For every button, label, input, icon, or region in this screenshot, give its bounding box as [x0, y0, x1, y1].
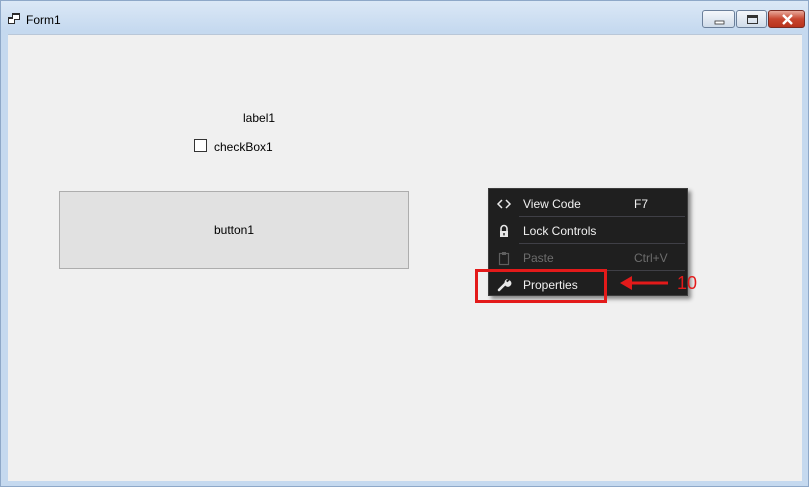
label1[interactable]: label1: [243, 111, 275, 125]
step-number-label: 10: [677, 273, 698, 293]
lock-icon: [500, 224, 508, 237]
maximize-icon: [747, 15, 758, 24]
menu-item-label: Paste: [523, 251, 554, 265]
menu-item-label: Lock Controls: [523, 224, 597, 238]
close-icon: [782, 14, 793, 25]
code-brackets-icon: [496, 199, 512, 209]
checkbox-box[interactable]: [194, 139, 207, 152]
menu-item-view-code[interactable]: View Code F7: [489, 190, 687, 217]
menu-item-paste[interactable]: Paste Ctrl+V: [489, 244, 687, 271]
menu-item-shortcut: Ctrl+V: [634, 251, 668, 265]
button1-label: button1: [213, 223, 255, 237]
maximize-button[interactable]: [736, 10, 767, 28]
checkbox-label[interactable]: checkBox1: [214, 140, 273, 154]
menu-item-label: View Code: [523, 197, 581, 211]
red-arrow-icon: [620, 276, 668, 290]
minimize-icon: [714, 20, 725, 25]
button1[interactable]: button1: [59, 191, 409, 269]
menu-item-lock-controls[interactable]: Lock Controls: [489, 217, 687, 244]
highlight-box: [475, 269, 607, 303]
close-button[interactable]: [768, 10, 805, 28]
clipboard-icon: [498, 252, 510, 266]
menu-item-shortcut: F7: [634, 197, 649, 211]
minimize-button[interactable]: [702, 10, 735, 28]
title-bar[interactable]: Form1: [1, 1, 808, 35]
form-icon: [8, 13, 20, 24]
window-title: Form1: [26, 13, 61, 27]
